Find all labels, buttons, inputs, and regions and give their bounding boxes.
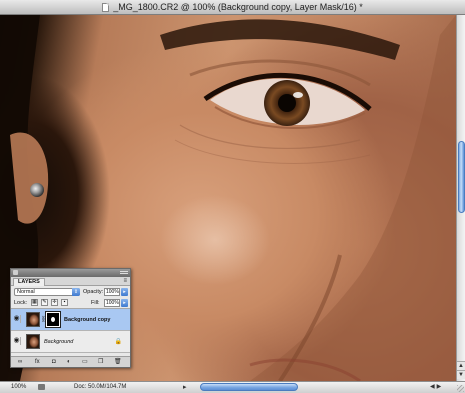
layer-mask-thumbnail[interactable] xyxy=(45,311,61,328)
window-title: _MG_1800.CR2 @ 100% (Background copy, La… xyxy=(113,2,363,12)
horizontal-scroll-thumb[interactable] xyxy=(200,383,298,391)
blend-opacity-row: Normal ⇕ Opacity: 100% ▸ xyxy=(11,286,130,298)
resize-grip-icon[interactable] xyxy=(457,385,464,392)
layers-tab-row: LAYERS ≡ xyxy=(11,277,130,286)
lock-fill-row: Lock: ▦ ✎ ✛ ▪ Fill: 100% ▸ xyxy=(11,298,130,309)
blend-mode-value: Normal xyxy=(17,289,35,295)
fill-label: Fill: xyxy=(91,300,100,306)
layer-name[interactable]: Background copy xyxy=(64,317,110,323)
layers-panel[interactable]: LAYERS ≡ Normal ⇕ Opacity: 100% ▸ Lock: … xyxy=(10,268,131,368)
layers-panel-footer: ∞ fx ◘ ◐ ▭ ❐ 🗑 xyxy=(11,356,130,367)
status-info-icon[interactable] xyxy=(38,384,45,390)
document-size[interactable]: Doc: 50.0M/104.7M xyxy=(74,384,126,390)
fill-slider-button[interactable]: ▸ xyxy=(121,299,128,307)
lock-transparency-icon[interactable]: ▦ xyxy=(31,299,38,306)
vertical-scroll-arrows: ▲ ▼ xyxy=(457,361,465,381)
lock-position-icon[interactable]: ✛ xyxy=(51,299,58,306)
trash-icon[interactable]: 🗑 xyxy=(114,359,122,365)
vertical-scroll-thumb[interactable] xyxy=(458,141,465,213)
zoom-level[interactable]: 100% xyxy=(11,384,26,390)
group-folder-icon[interactable]: ▭ xyxy=(82,359,88,365)
link-icon[interactable]: ∞ xyxy=(18,359,22,365)
status-bar: 100% Doc: 50.0M/104.7M ▸ ◀▶ xyxy=(0,381,465,393)
tab-layers[interactable]: LAYERS xyxy=(13,278,45,286)
panel-menu-icon[interactable]: ≡ xyxy=(123,278,127,284)
layer-thumbnail[interactable] xyxy=(26,334,40,349)
layer-name[interactable]: Background xyxy=(44,339,73,345)
mask-icon[interactable]: ◘ xyxy=(52,359,56,365)
chevron-updown-icon[interactable]: ⇕ xyxy=(72,288,80,296)
status-menu-arrow-icon[interactable]: ▸ xyxy=(183,383,187,391)
scroll-down-arrow-icon[interactable]: ▼ xyxy=(457,370,465,379)
fx-icon[interactable]: fx xyxy=(35,359,40,365)
window-titlebar[interactable]: _MG_1800.CR2 @ 100% (Background copy, La… xyxy=(0,0,465,15)
lock-pixels-icon[interactable]: ✎ xyxy=(41,299,48,306)
panel-collapse-icon[interactable] xyxy=(120,271,128,274)
document-canvas[interactable]: LAYERS ≡ Normal ⇕ Opacity: 100% ▸ Lock: … xyxy=(0,15,456,381)
vertical-scrollbar[interactable]: ▲ ▼ xyxy=(456,15,465,381)
visibility-eye-icon[interactable]: ◉ xyxy=(13,315,21,323)
new-layer-icon[interactable]: ❐ xyxy=(98,359,103,365)
layer-row-background[interactable]: ◉ Background 🔒 xyxy=(11,331,130,353)
blend-mode-select[interactable]: Normal ⇕ xyxy=(14,288,80,296)
opacity-label: Opacity: xyxy=(83,289,104,295)
visibility-eye-icon[interactable]: ◉ xyxy=(13,337,21,345)
lock-all-icon[interactable]: ▪ xyxy=(61,299,68,306)
layer-thumbnail[interactable] xyxy=(26,312,40,327)
fill-input[interactable]: 100% xyxy=(104,299,120,307)
panel-close-icon[interactable] xyxy=(13,270,18,275)
lock-label: Lock: xyxy=(14,300,28,306)
horizontal-scroll-arrows-icon[interactable]: ◀▶ xyxy=(430,383,443,390)
layers-panel-titlebar[interactable] xyxy=(11,269,130,277)
adjustment-icon[interactable]: ◐ xyxy=(67,359,71,365)
opacity-slider-button[interactable]: ▸ xyxy=(121,288,128,296)
scroll-up-arrow-icon[interactable]: ▲ xyxy=(457,361,465,370)
opacity-input[interactable]: 100% xyxy=(104,288,120,296)
document-proxy-icon[interactable] xyxy=(102,2,110,12)
layer-lock-icon: 🔒 xyxy=(114,339,122,345)
layer-row-background-copy[interactable]: ◉ ⛓ Background copy xyxy=(11,309,130,331)
